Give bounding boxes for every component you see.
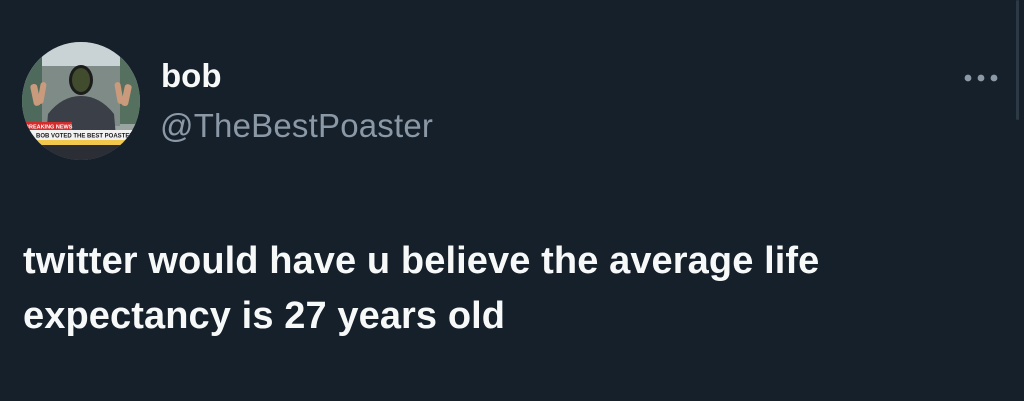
author-display-name[interactable]: bob	[161, 56, 221, 96]
more-options-button[interactable]	[958, 60, 1004, 96]
avatar-image: BREAKING NEWS BOB VOTED THE BEST POASTER	[22, 42, 140, 160]
tweet-text: twitter would have u believe the average…	[23, 240, 820, 337]
avatar-headline: BOB VOTED THE BEST POASTER	[36, 134, 134, 140]
tweet: BREAKING NEWS BOB VOTED THE BEST POASTER…	[0, 0, 1024, 401]
more-horizontal-icon	[964, 74, 998, 82]
avatar[interactable]: BREAKING NEWS BOB VOTED THE BEST POASTER	[22, 42, 140, 160]
scrollbar[interactable]	[1016, 0, 1019, 120]
author-handle[interactable]: @TheBestPoaster	[160, 106, 433, 146]
avatar-breaking-label: BREAKING NEWS	[25, 125, 73, 131]
